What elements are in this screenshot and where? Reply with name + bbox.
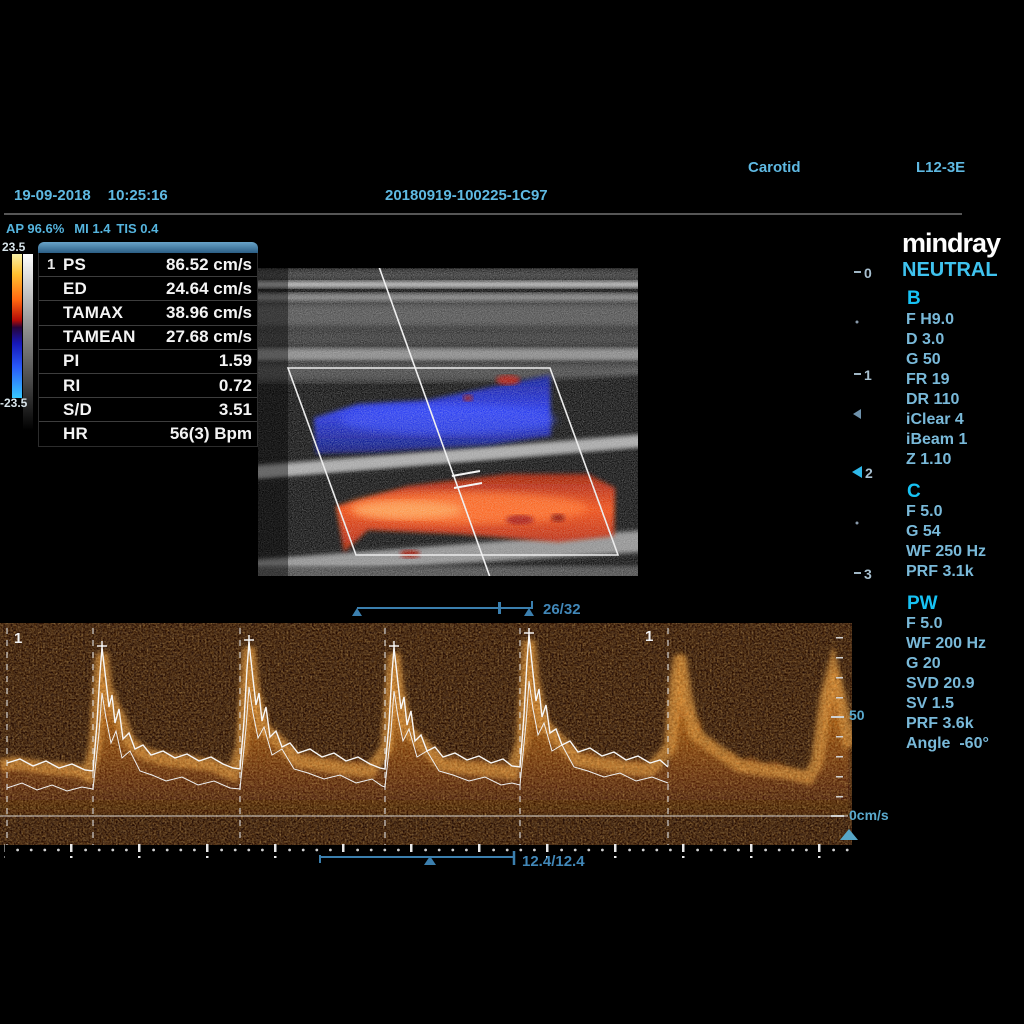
speckle-texture bbox=[258, 268, 638, 576]
b-mode-image bbox=[258, 268, 638, 576]
depth-3-label: 3 bbox=[864, 566, 872, 582]
ultrasound-screen: Carotid L12-3E 19-09-2018 10:25:16 20180… bbox=[0, 0, 1024, 1024]
gray-map-state: NEUTRAL bbox=[902, 259, 998, 282]
param-b-gain: G 50 bbox=[906, 351, 941, 369]
measurement-row: 1 PS86.52 cm/s bbox=[39, 253, 257, 276]
measurement-panel: 1 PS86.52 cm/s ED24.64 cm/s TAMAX38.96 c… bbox=[38, 242, 258, 447]
param-b-ibeam: iBeam 1 bbox=[906, 431, 967, 449]
param-c-prf: PRF 3.1k bbox=[906, 563, 974, 581]
gate-depth-marker-icon bbox=[852, 466, 862, 478]
b-mode-section-title: B bbox=[907, 288, 921, 310]
mi-value: MI 1.4 bbox=[74, 221, 110, 236]
measurement-row: TAMAX38.96 cm/s bbox=[39, 300, 257, 324]
param-pw-svdepth: SVD 20.9 bbox=[906, 675, 974, 693]
measurement-row: HR56(3) Bpm bbox=[39, 421, 257, 445]
panel-body: 1 PS86.52 cm/s ED24.64 cm/s TAMAX38.96 c… bbox=[38, 253, 258, 447]
focus-marker-icon bbox=[853, 409, 861, 419]
measurement-row: ED24.64 cm/s bbox=[39, 276, 257, 300]
datetime: 19-09-2018 10:25:16 bbox=[14, 187, 168, 204]
param-b-frequency: F H9.0 bbox=[906, 311, 954, 329]
measurement-row: S/D3.51 bbox=[39, 397, 257, 421]
cycle-end-label: 1 bbox=[645, 628, 653, 645]
param-pw-frequency: F 5.0 bbox=[906, 615, 942, 633]
param-b-framerate: FR 19 bbox=[906, 371, 950, 389]
spectral-baseline bbox=[0, 815, 848, 816]
param-b-depth: D 3.0 bbox=[906, 331, 944, 349]
spectral-doppler-display bbox=[0, 623, 852, 845]
header-divider bbox=[4, 213, 962, 215]
probe-model: L12-3E bbox=[916, 159, 965, 176]
tis-value: TIS 0.4 bbox=[116, 221, 158, 236]
cine-position-tick bbox=[498, 602, 501, 614]
time-interval-value: 12.4/12.4 bbox=[522, 853, 585, 870]
pw-section-title: PW bbox=[907, 593, 938, 615]
color-section-title: C bbox=[907, 481, 921, 503]
velocity-scale-0-label: 0cm/s bbox=[849, 807, 889, 823]
param-pw-wallfilter: WF 200 Hz bbox=[906, 635, 986, 653]
cine-frame-count: 26/32 bbox=[543, 601, 581, 618]
param-b-dynamicrange: DR 110 bbox=[906, 391, 959, 409]
velocity-scale-50-label: 50 bbox=[849, 707, 865, 723]
param-pw-gain: G 20 bbox=[906, 655, 941, 673]
param-pw-angle: Angle -60° bbox=[906, 735, 989, 753]
param-pw-svsize: SV 1.5 bbox=[906, 695, 954, 713]
ap-value: AP 96.6% bbox=[6, 221, 64, 236]
exam-preset: Carotid bbox=[748, 159, 801, 176]
exam-id: 20180919-100225-1C97 bbox=[385, 187, 548, 204]
color-scale-max: 23.5 bbox=[2, 240, 25, 254]
param-pw-prf: PRF 3.6k bbox=[906, 715, 974, 733]
exam-date: 19-09-2018 bbox=[14, 187, 91, 204]
cine-right-marker-icon bbox=[524, 608, 534, 616]
cursor-id-label: 1 bbox=[47, 256, 55, 273]
param-c-wallfilter: WF 250 Hz bbox=[906, 543, 986, 561]
depth-0-label: 0 bbox=[864, 265, 872, 281]
depth-1-label: 1 bbox=[864, 367, 872, 383]
panel-header-bar bbox=[38, 242, 258, 253]
time-interval-bracket bbox=[318, 851, 528, 869]
color-doppler-bar bbox=[12, 254, 22, 398]
color-scale-min: -23.5 bbox=[0, 396, 27, 410]
measurement-row: TAMEAN27.68 cm/s bbox=[39, 325, 257, 349]
depth-2-label: 2 bbox=[865, 465, 873, 481]
param-b-zoom: Z 1.10 bbox=[906, 451, 951, 469]
exam-time: 10:25:16 bbox=[108, 187, 168, 204]
mindray-logo: mindray bbox=[902, 228, 1000, 259]
cycle-start-label: 1 bbox=[14, 630, 22, 647]
depth-ruler: 0 1 2 3 bbox=[852, 262, 882, 584]
param-c-frequency: F 5.0 bbox=[906, 503, 942, 521]
measurement-row: PI1.59 bbox=[39, 349, 257, 373]
acoustic-output-status: AP 96.6% MI 1.4 TIS 0.4 bbox=[6, 221, 158, 236]
cine-left-marker-icon bbox=[352, 608, 362, 616]
sweep-position-marker-icon bbox=[840, 829, 858, 840]
param-c-gain: G 54 bbox=[906, 523, 941, 541]
cine-frame-ruler bbox=[352, 599, 542, 619]
measurement-row: RI0.72 bbox=[39, 373, 257, 397]
param-b-iclear: iClear 4 bbox=[906, 411, 964, 429]
